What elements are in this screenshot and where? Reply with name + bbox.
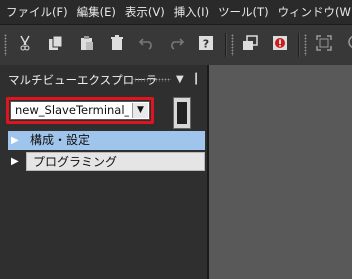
- alert-icon[interactable]: [269, 32, 291, 54]
- menu-bar: ファイル(F) 編集(E) 表示(V) 挿入(I) ツール(T) ウィンドウ(W…: [0, 0, 352, 24]
- redo-icon[interactable]: [165, 32, 187, 54]
- tree-item-configuration[interactable]: ▶ 構成・設定: [8, 131, 205, 150]
- toolbar-separator: [225, 33, 227, 57]
- cut-icon[interactable]: [14, 32, 36, 54]
- menu-window[interactable]: ウィンドウ(W): [272, 0, 352, 24]
- menu-tools[interactable]: ツール(T): [212, 0, 269, 24]
- svg-text:?: ?: [203, 38, 209, 51]
- zoom-icon[interactable]: [340, 32, 352, 54]
- menu-file[interactable]: ファイル(F): [0, 0, 68, 24]
- toolbar-grip[interactable]: [304, 34, 307, 56]
- toolbar-grip[interactable]: [4, 34, 7, 56]
- menu-edit[interactable]: 編集(E): [71, 0, 116, 24]
- menu-view[interactable]: 表示(V): [119, 0, 165, 24]
- delete-icon[interactable]: [106, 32, 128, 54]
- menu-insert[interactable]: 挿入(I): [168, 0, 209, 24]
- tree-item-label: プログラミング: [33, 155, 118, 169]
- window-icon[interactable]: [239, 32, 261, 54]
- device-icon[interactable]: [173, 97, 191, 129]
- tree-item-label: 構成・設定: [30, 133, 91, 147]
- pin-icon[interactable]: ┃: [193, 71, 199, 89]
- multiview-explorer-panel: マルチビューエクスプローラ ▼ ┃ new_SlaveTerminal_0 ▼ …: [0, 65, 209, 279]
- help-icon[interactable]: ?: [195, 32, 217, 54]
- tree-item-box: プログラミング: [26, 152, 205, 171]
- toolbar: ?: [0, 24, 352, 66]
- copy-icon[interactable]: [45, 32, 67, 54]
- toolbar-separator: [298, 33, 300, 57]
- chevron-down-icon[interactable]: ▼: [176, 71, 184, 89]
- device-selector-value: new_SlaveTerminal_0: [15, 103, 129, 117]
- device-selector[interactable]: new_SlaveTerminal_0 ▼: [10, 101, 150, 120]
- editor-area: [209, 65, 352, 279]
- panel-header: マルチビューエクスプローラ ▼ ┃: [0, 71, 207, 89]
- undo-icon[interactable]: [136, 32, 158, 54]
- expand-icon[interactable]: ▶: [11, 131, 19, 150]
- fullscreen-icon[interactable]: [313, 32, 335, 54]
- toolbar-grip[interactable]: [231, 34, 234, 56]
- tree-item-programming[interactable]: ▶ プログラミング: [8, 152, 205, 171]
- expand-icon[interactable]: ▶: [11, 152, 19, 171]
- paste-icon[interactable]: [76, 32, 98, 54]
- panel-drag-handle[interactable]: [131, 78, 171, 82]
- chevron-down-icon[interactable]: ▼: [132, 103, 148, 118]
